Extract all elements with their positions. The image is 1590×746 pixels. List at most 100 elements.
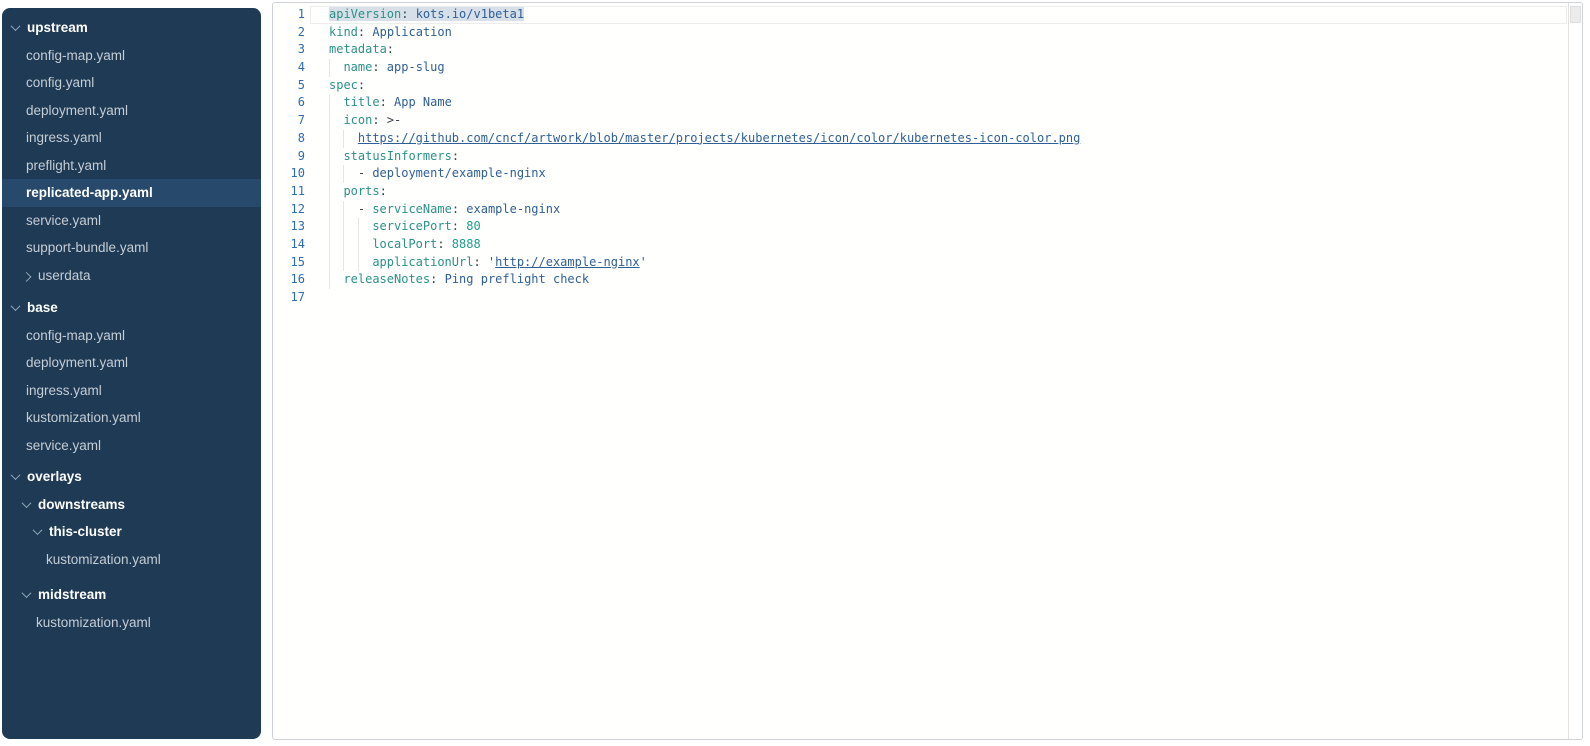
tree-folder-overlays[interactable]: overlays (2, 463, 261, 491)
tree-file-kustomization.yaml[interactable]: kustomization.yaml (2, 609, 261, 637)
line-number[interactable]: 2 (273, 24, 310, 42)
code-line-5[interactable]: 5spec: (273, 77, 1567, 95)
code-token: icon (343, 113, 372, 127)
tree-item-label: config.yaml (26, 75, 94, 90)
code-line-9[interactable]: 9statusInformers: (273, 148, 1567, 166)
code-line-16[interactable]: 16releaseNotes: Ping preflight check (273, 271, 1567, 289)
link-text[interactable]: http://example-nginx (495, 255, 640, 269)
code-line-12[interactable]: 12- serviceName: example-nginx (273, 201, 1567, 219)
tree-folder-base[interactable]: base (2, 294, 261, 322)
code-token: 80 (459, 219, 481, 233)
tree-folder-midstream[interactable]: midstream (2, 581, 261, 609)
tree-file-deployment.yaml[interactable]: deployment.yaml (2, 349, 261, 377)
code-line-15[interactable]: 15applicationUrl: 'http://example-nginx' (273, 254, 1567, 272)
code-line-8[interactable]: 8 https://github.com/cncf/artwork/blob/ma… (273, 130, 1567, 148)
indent-guide (358, 254, 372, 272)
line-number[interactable]: 9 (273, 148, 310, 166)
tree-file-kustomization.yaml[interactable]: kustomization.yaml (2, 404, 261, 432)
code-line-7[interactable]: 7icon: >- (273, 112, 1567, 130)
code-token: apiVersion (329, 7, 401, 21)
tree-folder-upstream[interactable]: upstream (2, 14, 261, 42)
code-line-6[interactable]: 6title: App Name (273, 94, 1567, 112)
code-line-4[interactable]: 4name: app-slug (273, 59, 1567, 77)
file-tree-sidebar: upstream config-map.yaml config.yaml deploy… (2, 8, 261, 739)
tree-folder-this-cluster[interactable]: this-cluster (2, 518, 261, 546)
code-line-1[interactable]: 1apiVersion: kots.io/v1beta1 (273, 6, 1567, 24)
kots-file-tree-view: upstream config-map.yaml config.yaml deploy… (0, 0, 1590, 746)
code-line-content[interactable]: ports: (310, 183, 1567, 201)
line-number[interactable]: 15 (273, 254, 310, 272)
tree-file-preflight.yaml[interactable]: preflight.yaml (2, 152, 261, 180)
code-line-3[interactable]: 3metadata: (273, 41, 1567, 59)
line-number[interactable]: 4 (273, 59, 310, 77)
tree-folder-userdata[interactable]: userdata (2, 262, 261, 290)
code-line-content[interactable]: releaseNotes: Ping preflight check (310, 271, 1567, 289)
code-line-content[interactable]: servicePort: 80 (310, 218, 1567, 236)
line-number[interactable]: 5 (273, 77, 310, 95)
tree-file-service.yaml[interactable]: service.yaml (2, 207, 261, 235)
code-line-content[interactable]: title: App Name (310, 94, 1567, 112)
code-token: Application (365, 25, 452, 39)
code-line-content[interactable]: name: app-slug (310, 59, 1567, 77)
code-line-content[interactable]: applicationUrl: 'http://example-nginx' (310, 254, 1567, 272)
tree-file-ingress.yaml[interactable]: ingress.yaml (2, 377, 261, 405)
tree-item-label: config-map.yaml (26, 48, 125, 63)
tree-item-label: config-map.yaml (26, 328, 125, 343)
tree-file-support-bundle.yaml[interactable]: support-bundle.yaml (2, 234, 261, 262)
line-number[interactable]: 1 (273, 6, 310, 24)
code-line-content[interactable]: localPort: 8888 (310, 236, 1567, 254)
code-line-10[interactable]: 10- deployment/example-nginx (273, 165, 1567, 183)
tree-file-config.yaml[interactable]: config.yaml (2, 69, 261, 97)
code-line-content[interactable]: - deployment/example-nginx (310, 165, 1567, 183)
code-line-content[interactable]: https://github.com/cncf/artwork/blob/mas… (310, 130, 1567, 148)
line-number[interactable]: 13 (273, 218, 310, 236)
line-number[interactable]: 14 (273, 236, 310, 254)
line-number[interactable]: 6 (273, 94, 310, 112)
line-number[interactable]: 8 (273, 130, 310, 148)
code-token: applicationUrl (372, 255, 473, 269)
code-line-13[interactable]: 13servicePort: 80 (273, 218, 1567, 236)
tree-file-replicated-app.yaml[interactable]: replicated-app.yaml (2, 179, 261, 207)
line-number[interactable]: 7 (273, 112, 310, 130)
chevron-down-icon (33, 525, 43, 535)
code-line-content[interactable]: kind: Application (310, 24, 1567, 42)
code-line-14[interactable]: 14localPort: 8888 (273, 236, 1567, 254)
link-text[interactable]: https://github.com/cncf/artwork/blob/mas… (358, 131, 1080, 145)
tree-file-kustomization.yaml[interactable]: kustomization.yaml (2, 546, 261, 574)
code-line-content[interactable]: - serviceName: example-nginx (310, 201, 1567, 219)
tree-item-label: preflight.yaml (26, 158, 106, 173)
tree-file-service.yaml[interactable]: service.yaml (2, 432, 261, 460)
code-line-content[interactable]: statusInformers: (310, 148, 1567, 166)
tree-file-deployment.yaml[interactable]: deployment.yaml (2, 97, 261, 125)
indent-guide (329, 94, 343, 112)
tree-folder-downstreams[interactable]: downstreams (2, 491, 261, 519)
code-line-content[interactable]: spec: (310, 77, 1567, 95)
code-line-content[interactable]: metadata: (310, 41, 1567, 59)
line-number[interactable]: 3 (273, 41, 310, 59)
indent-guide (329, 201, 343, 219)
indent-guide (329, 236, 343, 254)
line-number[interactable]: 12 (273, 201, 310, 219)
indent-guide (329, 183, 343, 201)
code-token: deployment/example-nginx (372, 166, 545, 180)
tree-file-config-map.yaml[interactable]: config-map.yaml (2, 42, 261, 70)
yaml-editor[interactable]: 1apiVersion: kots.io/v1beta12kind: Appli… (272, 2, 1583, 740)
code-line-2[interactable]: 2kind: Application (273, 24, 1567, 42)
chevron-down-icon (22, 588, 32, 598)
line-number[interactable]: 10 (273, 165, 310, 183)
tree-file-ingress.yaml[interactable]: ingress.yaml (2, 124, 261, 152)
tree-item-label: kustomization.yaml (26, 410, 141, 425)
scrollbar-thumb[interactable] (1570, 6, 1581, 23)
tree-file-config-map.yaml[interactable]: config-map.yaml (2, 322, 261, 350)
indent-guide (358, 218, 372, 236)
code-line-17[interactable]: 17 (273, 289, 1567, 307)
line-number[interactable]: 16 (273, 271, 310, 289)
line-number[interactable]: 11 (273, 183, 310, 201)
code-line-content[interactable]: icon: >- (310, 112, 1567, 130)
code-line-content[interactable] (310, 289, 1567, 307)
line-number[interactable]: 17 (273, 289, 310, 307)
code-line-content[interactable]: apiVersion: kots.io/v1beta1 (310, 6, 1567, 24)
editor-scrollbar[interactable] (1568, 3, 1582, 739)
code-line-11[interactable]: 11ports: (273, 183, 1567, 201)
indent-guide (329, 218, 343, 236)
